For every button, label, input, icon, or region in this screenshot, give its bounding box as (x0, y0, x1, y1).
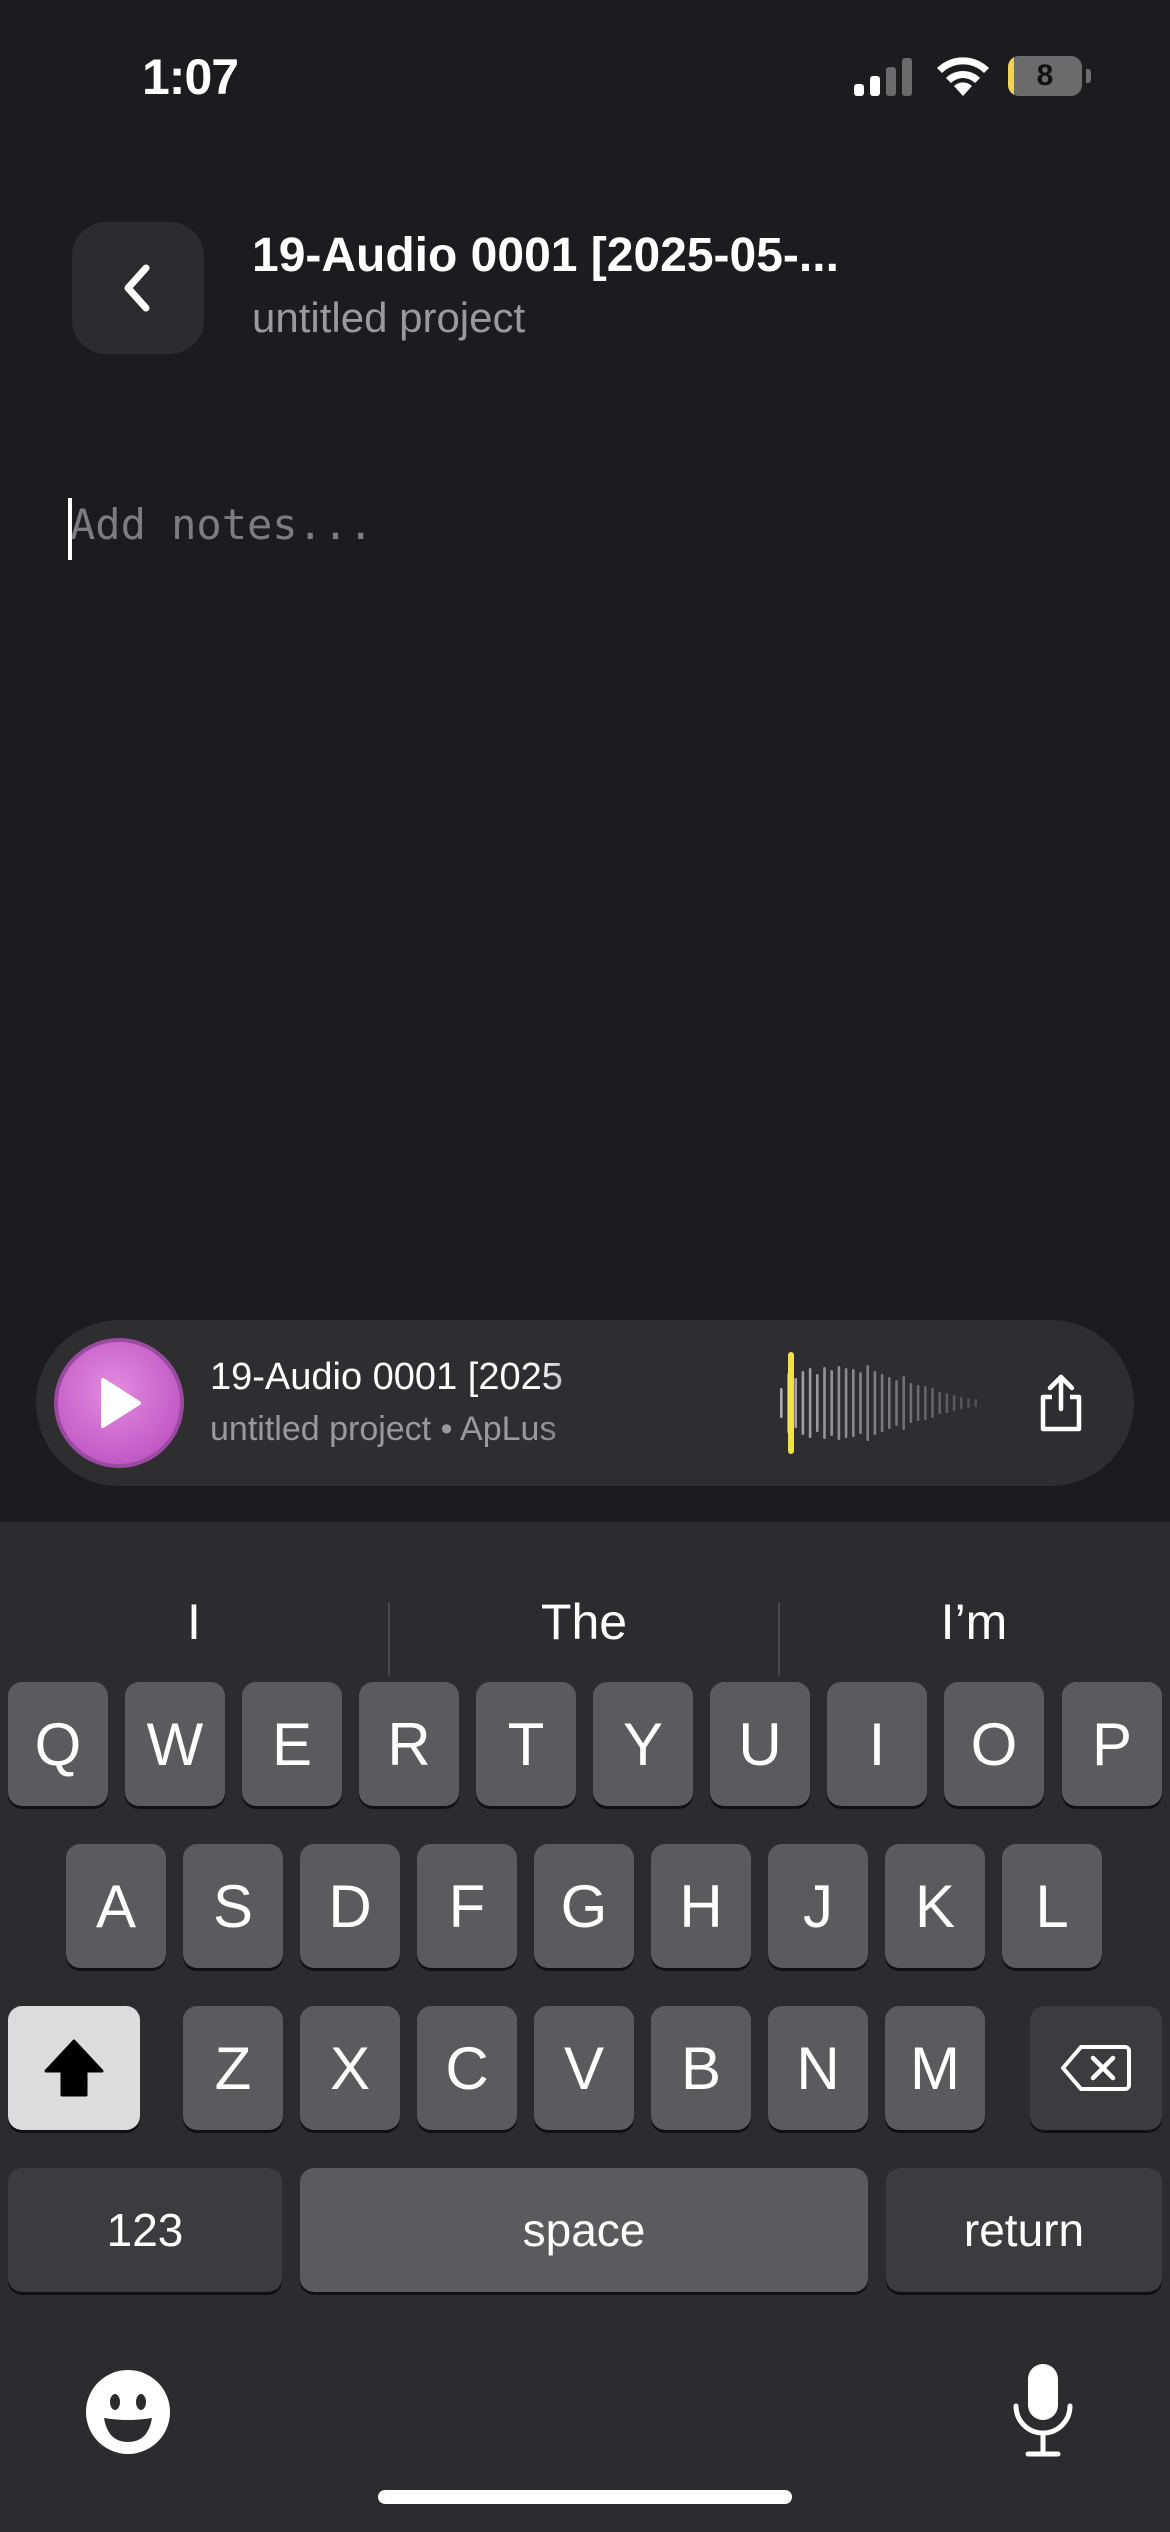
waveform-bar (945, 1393, 949, 1413)
waveform-bar (888, 1377, 891, 1429)
space-key[interactable]: space (300, 2168, 868, 2292)
play-icon (101, 1378, 141, 1428)
key-y[interactable]: Y (593, 1682, 693, 1806)
numbers-key[interactable]: 123 (8, 2168, 282, 2292)
suggestion-2[interactable]: The (390, 1562, 778, 1682)
key-r[interactable]: R (359, 1682, 459, 1806)
key-g[interactable]: G (534, 1844, 634, 1968)
waveform-bar (960, 1397, 963, 1409)
waveform-bar (952, 1395, 956, 1411)
waveform-bar (895, 1380, 898, 1426)
keyboard: I The I’m Q W E R T Y U I O P A S D F G … (0, 1522, 1170, 2532)
waveform-bar (859, 1372, 862, 1434)
key-j[interactable]: J (768, 1844, 868, 1968)
key-c[interactable]: C (417, 2006, 517, 2130)
delete-icon (1061, 2045, 1131, 2091)
waveform-bar (816, 1374, 819, 1432)
waveform-bar (823, 1367, 826, 1439)
signal-icon (854, 58, 912, 96)
key-d[interactable]: D (300, 1844, 400, 1968)
key-h[interactable]: H (651, 1844, 751, 1968)
key-m[interactable]: M (885, 2006, 985, 2130)
waveform-bar (873, 1371, 877, 1435)
waveform-bar (909, 1383, 913, 1423)
home-indicator (378, 2490, 792, 2504)
key-q[interactable]: Q (8, 1682, 108, 1806)
waveform-bar (902, 1376, 905, 1430)
key-s[interactable]: S (183, 1844, 283, 1968)
key-z[interactable]: Z (183, 2006, 283, 2130)
suggestion-3[interactable]: I’m (780, 1562, 1168, 1682)
suggestion-1[interactable]: I (0, 1562, 388, 1682)
key-o[interactable]: O (944, 1682, 1044, 1806)
project-name: untitled project (252, 294, 526, 341)
player-title: 19-Audio 0001 [2025 (210, 1356, 563, 1398)
waveform-bar (931, 1388, 934, 1418)
play-button[interactable] (54, 1338, 184, 1468)
waveform-bar (830, 1370, 833, 1436)
key-i[interactable]: I (827, 1682, 927, 1806)
waveform-bar (924, 1386, 927, 1420)
key-a[interactable]: A (66, 1844, 166, 1968)
share-icon (1040, 1374, 1082, 1432)
key-p[interactable]: P (1062, 1682, 1162, 1806)
delete-key[interactable] (1030, 2006, 1162, 2130)
key-u[interactable]: U (710, 1682, 810, 1806)
playhead[interactable] (788, 1352, 794, 1454)
player-subtitle: untitled project • ApLus (210, 1410, 557, 1448)
waveform-bar (852, 1369, 855, 1437)
waveform-bar (837, 1366, 841, 1440)
back-button[interactable] (72, 222, 204, 354)
battery-icon: 8 (1008, 56, 1092, 96)
waveform-bar (794, 1378, 797, 1428)
wifi-icon (937, 57, 989, 96)
key-l[interactable]: L (1002, 1844, 1102, 1968)
key-e[interactable]: E (242, 1682, 342, 1806)
waveform-bar (844, 1368, 848, 1438)
waveform-bar (880, 1374, 884, 1432)
text-cursor (68, 498, 72, 560)
shift-key[interactable] (8, 2006, 140, 2130)
mini-player[interactable]: 19-Audio 0001 [2025 untitled project • A… (36, 1320, 1134, 1486)
return-key[interactable]: return (886, 2168, 1162, 2292)
share-button[interactable] (1016, 1358, 1106, 1448)
suggestion-bar: I The I’m (0, 1562, 1170, 1682)
emoji-icon[interactable] (84, 2368, 172, 2456)
key-x[interactable]: X (300, 2006, 400, 2130)
key-k[interactable]: K (885, 1844, 985, 1968)
key-v[interactable]: V (534, 2006, 634, 2130)
waveform-bar (974, 1399, 977, 1407)
waveform-bar (938, 1392, 941, 1414)
key-f[interactable]: F (417, 1844, 517, 1968)
chevron-left-icon (124, 264, 150, 312)
waveform-scrubber[interactable] (776, 1350, 1016, 1456)
battery-level: 8 (1036, 59, 1054, 92)
waveform-bar (916, 1385, 920, 1421)
recording-title: 19-Audio 0001 [2025-05-... (252, 229, 839, 282)
shift-icon (44, 2039, 104, 2097)
waveform-bar (866, 1365, 869, 1441)
waveform-bar (808, 1368, 812, 1438)
waveform-bar (780, 1388, 783, 1418)
key-n[interactable]: N (768, 2006, 868, 2130)
key-w[interactable]: W (125, 1682, 225, 1806)
waveform-bar (801, 1371, 805, 1435)
status-time: 1:07 (142, 49, 239, 105)
microphone-icon[interactable] (1006, 2360, 1080, 2464)
waveform-bar (967, 1398, 970, 1408)
key-t[interactable]: T (476, 1682, 576, 1806)
key-b[interactable]: B (651, 2006, 751, 2130)
notes-input[interactable] (66, 500, 1110, 620)
